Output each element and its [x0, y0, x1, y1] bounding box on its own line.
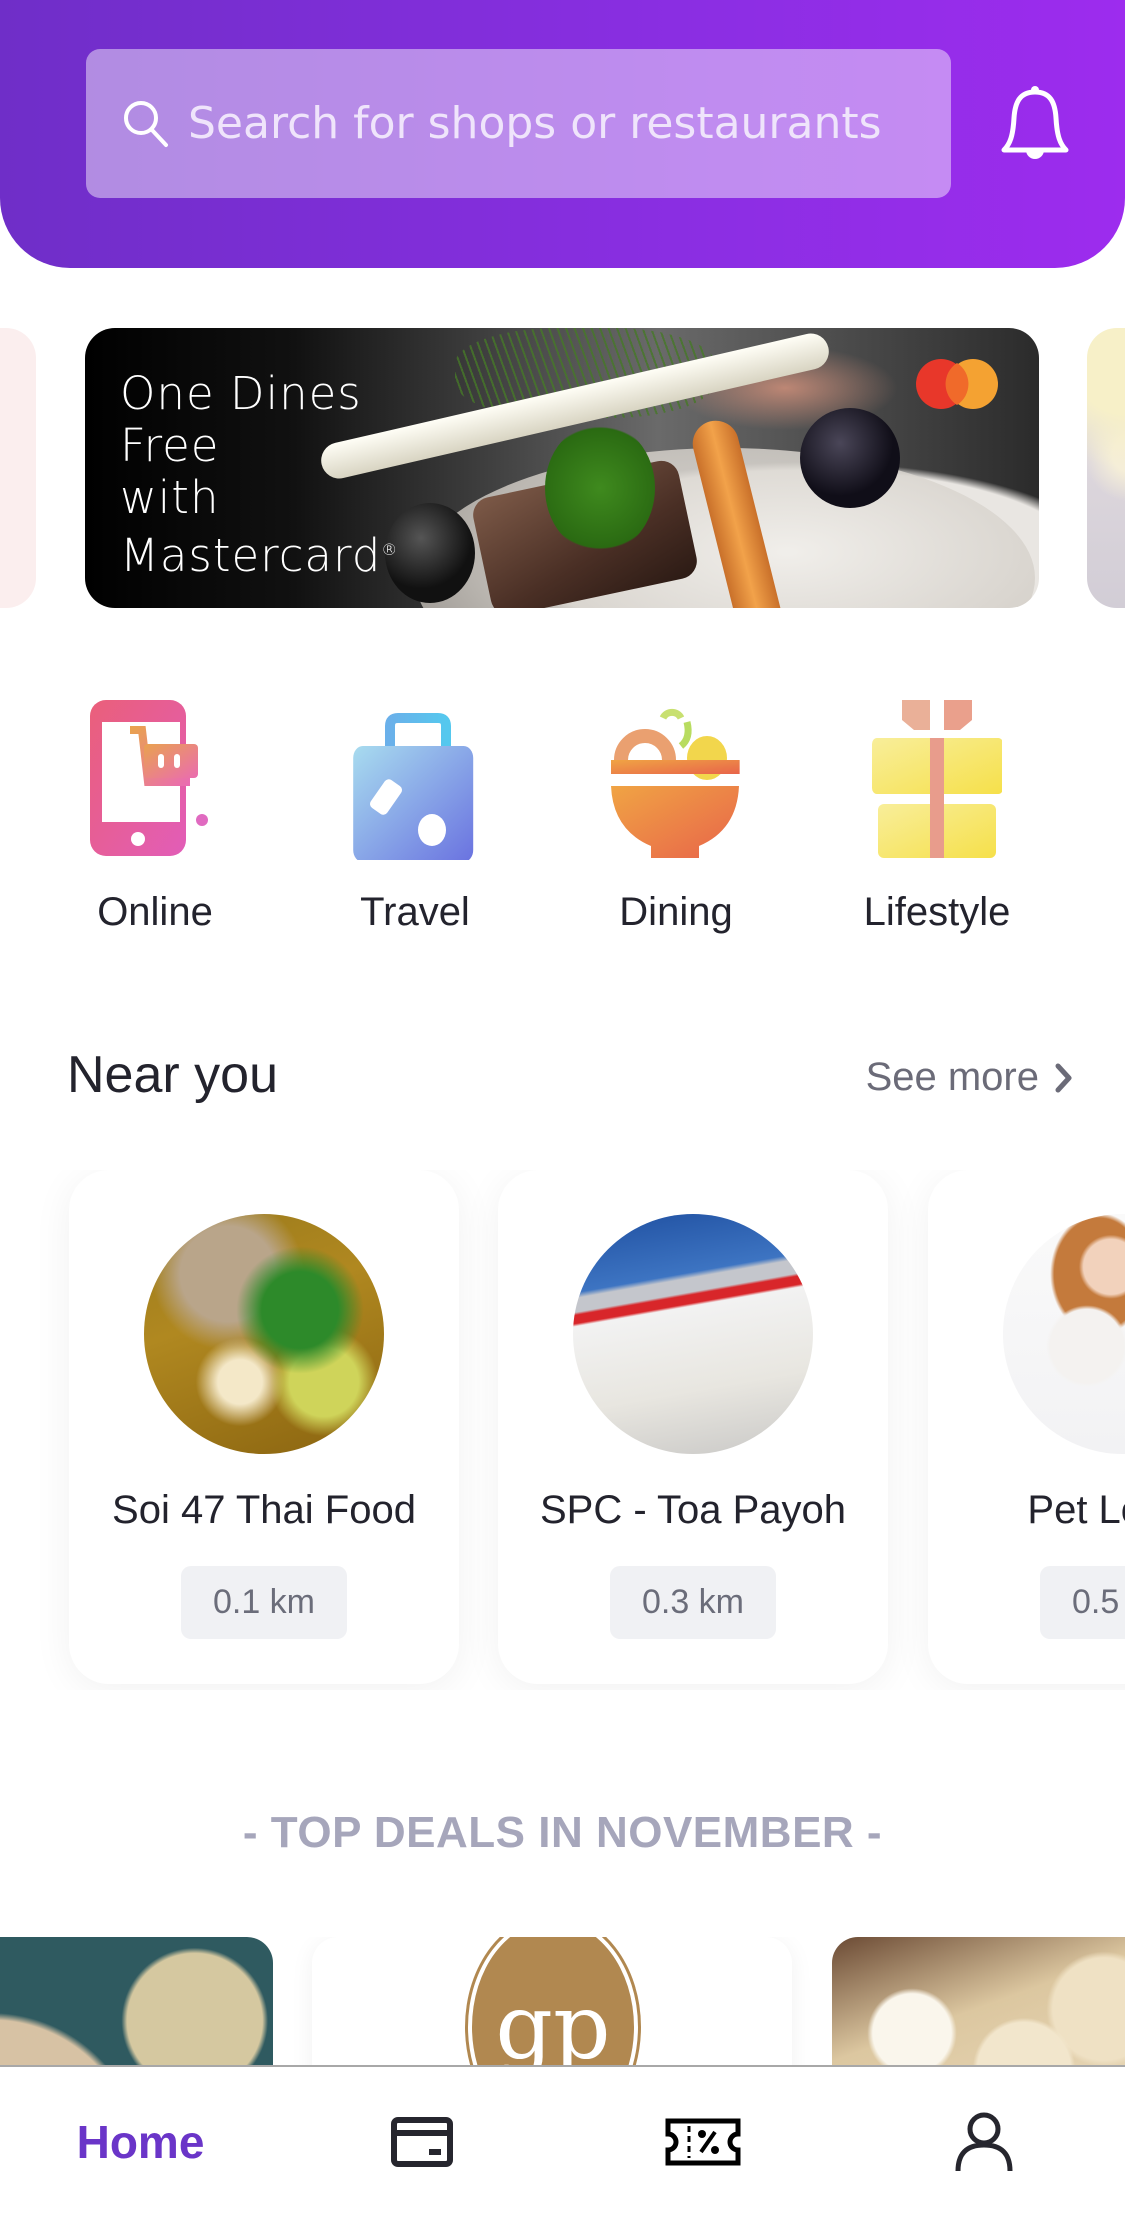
nav-cards[interactable]	[281, 2067, 562, 2217]
category-travel[interactable]: Travel	[305, 690, 525, 950]
trademark-symbol: ®	[381, 540, 399, 559]
app-header	[0, 0, 1125, 268]
category-label: Online	[97, 890, 213, 934]
store-name: SPC - Toa Payoh	[539, 1488, 847, 1532]
coupon-icon	[665, 2118, 740, 2166]
banner-prev-card[interactable]	[0, 328, 36, 608]
distance-badge: 0.3 km	[610, 1566, 776, 1639]
category-label: Dining	[619, 890, 733, 934]
store-photo	[1003, 1214, 1125, 1454]
nav-deals[interactable]	[562, 2067, 843, 2217]
bowl-icon	[611, 708, 740, 858]
near-you-carousel[interactable]: Soi 47 Thai Food 0.1 km SPC - Toa Payoh …	[0, 1170, 1125, 1690]
search-bar[interactable]	[86, 49, 951, 198]
near-card[interactable]: SPC - Toa Payoh 0.3 km	[498, 1170, 888, 1684]
nav-profile[interactable]	[843, 2067, 1124, 2217]
suitcase-icon	[353, 713, 474, 860]
banner-title-line: with	[120, 471, 220, 524]
store-name: Pet Lovers	[1027, 1488, 1125, 1532]
profile-icon	[955, 2112, 1012, 2172]
banner-next-card[interactable]	[1087, 328, 1125, 608]
distance-badge: 0.1 km	[181, 1566, 347, 1639]
mastercard-logo-icon	[916, 359, 998, 409]
distance-badge: 0.5 km	[1040, 1566, 1125, 1639]
bell-icon[interactable]	[990, 78, 1080, 168]
top-deals-carousel[interactable]: gp	[0, 1937, 1125, 2065]
banner-greens-image	[545, 423, 655, 553]
store-photo	[573, 1214, 813, 1454]
near-card[interactable]: Soi 47 Thai Food 0.1 km	[69, 1170, 459, 1684]
near-card[interactable]: Pet Lovers 0.5 km	[928, 1170, 1125, 1684]
gift-icon	[872, 700, 1002, 858]
category-lifestyle[interactable]: Lifestyle	[827, 690, 1047, 950]
banner-title-line: One Dines Free	[120, 367, 362, 472]
see-more-label: See more	[865, 1055, 1039, 1099]
near-you-heading: Near you	[67, 1046, 278, 1104]
shopping-phone-icon	[90, 700, 208, 856]
banner-title-line: Mastercard	[120, 529, 382, 582]
category-row: Online Travel Dining Lifestyle	[0, 690, 1125, 950]
search-icon	[124, 101, 168, 147]
deal-card[interactable]: gp	[312, 1937, 792, 2065]
category-label: Lifestyle	[863, 890, 1011, 934]
bottom-nav: Home	[0, 2065, 1125, 2238]
merchant-logo: gp	[468, 1937, 638, 2065]
store-photo	[144, 1214, 384, 1454]
search-input[interactable]	[188, 49, 928, 198]
top-deals-heading: - TOP DEALS IN NOVEMBER -	[242, 1808, 883, 1857]
deal-card[interactable]	[832, 1937, 1125, 2065]
deal-card[interactable]	[0, 1937, 273, 2065]
banner-blackberry-image	[800, 408, 900, 508]
category-online[interactable]: Online	[45, 690, 265, 950]
store-name: Soi 47 Thai Food	[112, 1488, 416, 1532]
nav-home-label: Home	[76, 2116, 205, 2168]
nav-home[interactable]: Home	[0, 2067, 281, 2217]
category-label: Travel	[360, 890, 470, 934]
category-dining[interactable]: Dining	[566, 690, 786, 950]
chevron-right-icon	[1055, 1063, 1072, 1092]
card-icon	[390, 2117, 453, 2167]
see-more-link[interactable]: See more	[866, 1055, 1073, 1100]
promo-banner[interactable]: One Dines Free with Mastercard®	[85, 328, 1039, 608]
banner-title: One Dines Free with Mastercard®	[120, 368, 450, 582]
